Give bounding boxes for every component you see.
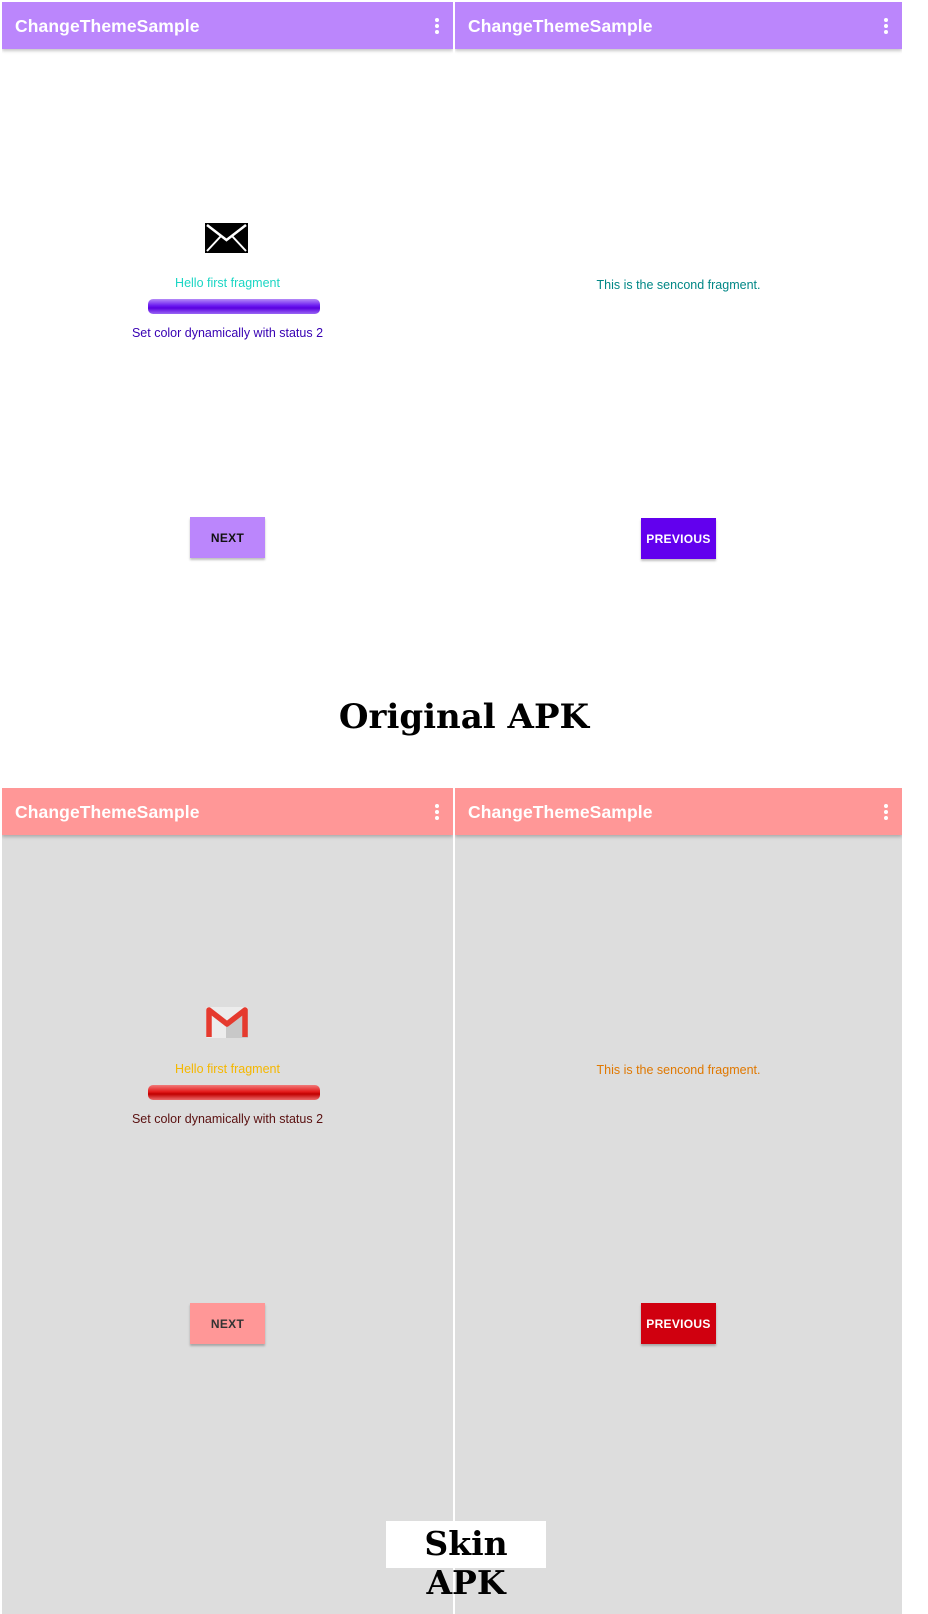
app-bar: ChangeThemeSample — [455, 788, 902, 835]
next-button[interactable]: NEXT — [190, 517, 265, 558]
skin-caption-box: Skin APK — [386, 1521, 546, 1602]
original-caption: Original APK — [338, 697, 590, 737]
status-text: Set color dynamically with status 2 — [131, 326, 324, 340]
envelope-icon — [205, 223, 248, 253]
skin-caption: Skin APK — [424, 1524, 508, 1602]
app-bar: ChangeThemeSample — [2, 2, 453, 49]
fragment-text: This is the sencond fragment. — [596, 278, 761, 292]
progress-bar — [148, 299, 320, 314]
previous-button[interactable]: PREVIOUS — [641, 518, 716, 559]
status-text: Set color dynamically with status 2 — [131, 1112, 324, 1126]
fragment-text: This is the sencond fragment. — [596, 1063, 761, 1077]
app-title: ChangeThemeSample — [15, 802, 200, 822]
app-bar: ChangeThemeSample — [2, 788, 453, 835]
overflow-menu-icon[interactable] — [435, 18, 439, 34]
original-left-screen: ChangeThemeSample Hello first fragment S… — [2, 2, 453, 662]
hello-text: Hello first fragment — [175, 276, 280, 290]
app-title: ChangeThemeSample — [468, 802, 653, 822]
gmail-icon — [206, 1007, 248, 1038]
app-bar: ChangeThemeSample — [455, 2, 902, 49]
app-title: ChangeThemeSample — [15, 16, 200, 36]
app-title: ChangeThemeSample — [468, 16, 653, 36]
skin-right-screen: ChangeThemeSample This is the sencond fr… — [455, 788, 902, 1614]
progress-bar — [148, 1085, 320, 1100]
overflow-menu-icon[interactable] — [884, 18, 888, 34]
original-right-screen: ChangeThemeSample This is the sencond fr… — [455, 2, 902, 662]
hello-text: Hello first fragment — [175, 1062, 280, 1076]
previous-button[interactable]: PREVIOUS — [641, 1303, 716, 1344]
skin-left-screen: ChangeThemeSample Hello first fragment S… — [2, 788, 453, 1614]
overflow-menu-icon[interactable] — [435, 804, 439, 820]
overflow-menu-icon[interactable] — [884, 804, 888, 820]
next-button[interactable]: NEXT — [190, 1303, 265, 1344]
